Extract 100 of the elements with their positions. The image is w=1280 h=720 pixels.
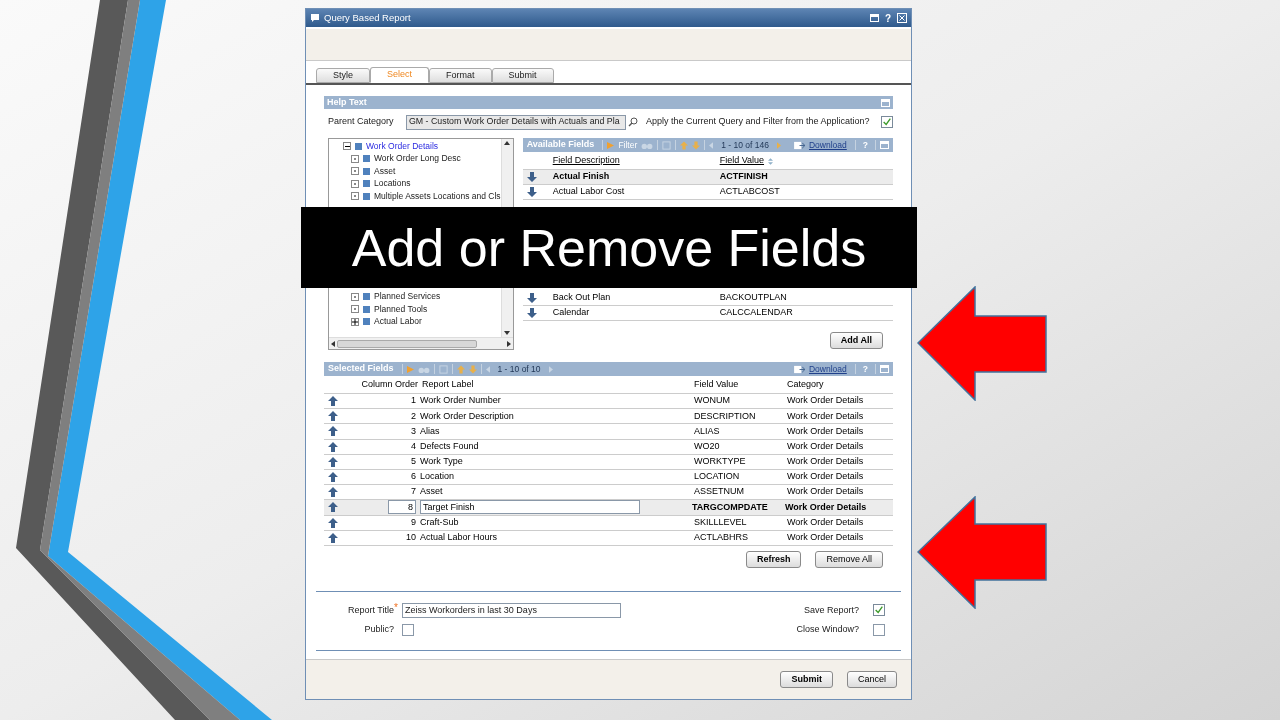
- table-row[interactable]: 1 Work Order Number WONUM Work Order Details: [324, 394, 893, 410]
- down-arrow-icon[interactable]: [526, 308, 537, 318]
- table-cell-text: Location: [420, 470, 456, 484]
- column-header[interactable]: Category: [787, 378, 824, 392]
- report-label-field[interactable]: Target Finish: [420, 500, 640, 515]
- action-button[interactable]: Remove All: [815, 550, 883, 568]
- column-header[interactable]: Field Value: [719, 154, 765, 168]
- tab[interactable]: Format: [429, 68, 492, 83]
- table-cell-text: Work Type: [420, 455, 464, 469]
- column-header[interactable]: Column Order: [324, 378, 418, 392]
- table-cell-text: DESCRIPTION: [694, 409, 757, 423]
- tree-item[interactable]: Planned Tools: [374, 302, 428, 316]
- tree-item[interactable]: Planned Services: [374, 290, 441, 304]
- table-cell-text: 5: [410, 455, 417, 469]
- paging-text: 1 - 10 of 146: [721, 138, 769, 152]
- section-title: Selected Fields: [328, 362, 394, 376]
- apply-query-checkbox[interactable]: [881, 116, 893, 128]
- report-title-field[interactable]: Zeiss Workorders in last 30 Days: [402, 602, 621, 618]
- minimize-icon[interactable]: [880, 365, 889, 373]
- table-cell-text: Work Order Details: [787, 409, 864, 423]
- scroll-up-icon[interactable]: [504, 141, 511, 145]
- table-cell: ACTFINISH: [719, 170, 768, 184]
- up-arrow-icon[interactable]: [328, 502, 338, 513]
- download-link[interactable]: Download: [809, 362, 847, 376]
- column-header[interactable]: Field Description: [552, 154, 720, 168]
- table-cell: Work Order Details: [787, 470, 864, 484]
- down-arrow-icon[interactable]: [526, 187, 537, 197]
- table-cell: Work Order Details: [787, 394, 864, 408]
- up-arrow-icon[interactable]: [328, 396, 338, 407]
- close-window-checkbox[interactable]: [873, 623, 885, 636]
- table-cell-text: LOCATION: [694, 470, 741, 484]
- table-cell-text: 1: [410, 394, 417, 408]
- up-arrow-icon[interactable]: [328, 517, 338, 528]
- field-label: Close Window?: [796, 623, 859, 637]
- table-cell-text: Asset: [420, 485, 444, 499]
- table-row[interactable]: Calendar CALCCALENDAR: [522, 306, 893, 321]
- action-button[interactable]: Cancel: [847, 670, 897, 688]
- table-row[interactable]: 7 Asset ASSETNUM Work Order Details: [324, 485, 893, 501]
- action-button[interactable]: Add All: [829, 332, 883, 349]
- minimize-icon[interactable]: [881, 98, 890, 107]
- tab[interactable]: Style: [316, 68, 370, 83]
- field-label: Apply the Current Query and Filter from the Application?: [646, 115, 870, 129]
- banner-title: Add or Remove Fields: [351, 221, 867, 274]
- tree-item[interactable]: Multiple Assets Locations and Cls: [374, 189, 501, 203]
- table-cell: ACTLABCOST: [719, 185, 780, 199]
- table-cell-text: Work Order Number: [420, 394, 502, 408]
- scroll-right-icon[interactable]: [506, 340, 511, 347]
- up-arrow-icon[interactable]: [328, 532, 338, 543]
- scroll-down-icon[interactable]: [504, 331, 511, 335]
- tab[interactable]: Submit: [491, 68, 554, 83]
- table-row[interactable]: Back Out Plan BACKOUTPLAN: [522, 291, 893, 306]
- up-arrow-icon[interactable]: [328, 426, 338, 437]
- left-arrow-icon: [917, 496, 1047, 609]
- save-report-checkbox[interactable]: [873, 604, 885, 617]
- table-row[interactable]: Actual Finish ACTFINISH: [522, 170, 893, 185]
- tree-item[interactable]: Work Order Long Desc: [374, 152, 461, 166]
- public-checkbox[interactable]: [402, 623, 414, 636]
- help-button[interactable]: ?: [882, 10, 893, 26]
- tree-item[interactable]: Locations: [374, 177, 411, 191]
- table-cell-text: TARGCOMPDATE: [692, 500, 769, 514]
- download-icon[interactable]: [794, 364, 805, 374]
- expander-box[interactable]: [343, 142, 351, 151]
- minimize-icon[interactable]: [880, 141, 889, 149]
- field-label: Save Report?: [803, 603, 859, 617]
- scroll-left-icon[interactable]: [331, 340, 335, 347]
- search-icon[interactable]: [628, 117, 638, 127]
- expander-box[interactable]: [351, 317, 359, 326]
- table-row[interactable]: 8 Target Finish TARGCOMPDATE Work Order Details: [324, 500, 893, 516]
- table-row[interactable]: 3 Alias ALIAS Work Order Details: [324, 424, 893, 440]
- tree-item[interactable]: Work Order Details: [366, 139, 439, 153]
- table-row[interactable]: Actual Labor Cost ACTLABCOST: [522, 185, 893, 200]
- parent-category-field[interactable]: GM - Custom Work Order Details with Actuals and Pla: [406, 114, 626, 130]
- down-arrow-icon[interactable]: [526, 172, 537, 182]
- action-button[interactable]: Submit: [780, 670, 833, 688]
- up-arrow-icon[interactable]: [328, 487, 338, 498]
- up-arrow-icon[interactable]: [328, 441, 338, 452]
- column-header[interactable]: Report Label: [422, 378, 694, 392]
- window-icon[interactable]: [869, 14, 879, 22]
- tree-item[interactable]: Actual Labor: [374, 315, 422, 329]
- close-icon[interactable]: [897, 13, 907, 23]
- table-cell-text: 6: [410, 470, 417, 484]
- download-icon[interactable]: [794, 140, 805, 150]
- action-button[interactable]: Refresh: [745, 550, 802, 568]
- table-cell-text: Actual Finish: [552, 170, 611, 184]
- tree-item[interactable]: Asset: [374, 164, 396, 178]
- table-cell-text: 3: [410, 424, 417, 438]
- up-arrow-icon[interactable]: [328, 456, 338, 467]
- table-cell-text: Work Order Details: [787, 439, 864, 453]
- table-cell-text: 9: [410, 515, 417, 529]
- table-cell-text: WO20: [694, 439, 721, 453]
- table-row[interactable]: 2 Work Order Description DESCRIPTION Work Order Details: [324, 409, 893, 425]
- sort-icon[interactable]: [768, 157, 774, 165]
- down-arrow-icon[interactable]: [526, 293, 537, 303]
- table-cell: CALCCALENDAR: [719, 306, 793, 320]
- column-order-field[interactable]: 8: [388, 500, 416, 515]
- column-header[interactable]: Field Value: [694, 378, 787, 392]
- horizontal-scrollbar[interactable]: [329, 337, 513, 349]
- up-arrow-icon[interactable]: [328, 411, 338, 422]
- up-arrow-icon[interactable]: [328, 472, 338, 483]
- download-link[interactable]: Download: [809, 138, 847, 152]
